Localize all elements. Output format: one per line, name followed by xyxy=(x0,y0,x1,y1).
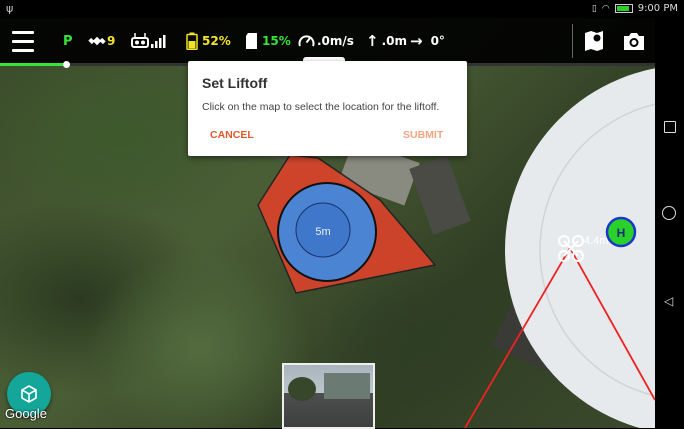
preview-tree xyxy=(288,377,316,401)
vibrate-icon: ▯ xyxy=(591,3,597,14)
cube-icon xyxy=(21,385,37,403)
google-attribution: Google xyxy=(5,406,47,421)
menu-button[interactable] xyxy=(12,18,38,64)
building-roof xyxy=(409,155,471,235)
home-button[interactable] xyxy=(662,206,676,220)
altitude-status: ↑ .0m xyxy=(366,18,407,64)
recents-button[interactable] xyxy=(664,121,676,133)
speedometer-icon xyxy=(298,34,315,46)
satellite-icon xyxy=(88,36,106,46)
satellite-count: 9 xyxy=(107,34,116,48)
altitude-arrow-icon: ↑ xyxy=(366,32,379,50)
circle-radius-label: 5m xyxy=(315,226,330,238)
speed-value: .0m/s xyxy=(317,34,354,48)
system-nav-bar: ◁ xyxy=(655,18,684,428)
distance-status: → 0° xyxy=(410,18,445,64)
mission-progress-fill xyxy=(0,63,66,66)
cancel-button[interactable]: CANCEL xyxy=(210,129,254,141)
battery-icon xyxy=(614,4,633,13)
battery-status[interactable]: 52% xyxy=(186,18,231,64)
dialog-message: Click on the map to select the location … xyxy=(202,101,440,113)
map-pin-button[interactable] xyxy=(579,26,609,56)
dialog-title: Set Liftoff xyxy=(202,75,268,91)
set-liftoff-dialog: Set Liftoff Click on the map to select t… xyxy=(188,61,467,156)
status-bar: ψ ▯ ◠ 9:00 PM xyxy=(0,0,684,18)
satellite-status[interactable]: 9 xyxy=(88,18,115,64)
sd-card-icon xyxy=(246,33,257,49)
camera-icon xyxy=(624,33,644,50)
toolbar-divider xyxy=(572,24,573,58)
storage-status[interactable]: 15% xyxy=(245,18,291,64)
signal-status[interactable] xyxy=(131,18,169,64)
flight-mode: P xyxy=(63,33,73,49)
storage-percent: 15% xyxy=(262,34,291,48)
home-marker-label: H xyxy=(617,226,626,240)
camera-button[interactable] xyxy=(619,26,649,56)
battery-percent: 52% xyxy=(202,34,231,48)
mission-progress-knob[interactable] xyxy=(62,61,70,68)
battery-level-icon xyxy=(186,32,198,50)
map-pin-icon xyxy=(585,31,603,51)
submit-button[interactable]: SUBMIT xyxy=(403,129,443,141)
preview-building xyxy=(324,373,370,399)
clock: 9:00 PM xyxy=(637,3,678,14)
distance-arrow-icon: → xyxy=(410,32,423,50)
usb-icon: ψ xyxy=(6,2,14,15)
heading-value: 0° xyxy=(430,34,445,48)
wifi-icon: ◠ xyxy=(601,3,610,14)
altitude-value: .0m xyxy=(381,34,407,48)
remote-signal-icon xyxy=(131,33,166,48)
back-button[interactable]: ◁ xyxy=(664,294,673,308)
drone-distance-label: 4.4m xyxy=(584,235,608,247)
camera-preview-thumbnail[interactable] xyxy=(282,363,375,429)
status-right: ▯ ◠ 9:00 PM xyxy=(592,3,678,14)
